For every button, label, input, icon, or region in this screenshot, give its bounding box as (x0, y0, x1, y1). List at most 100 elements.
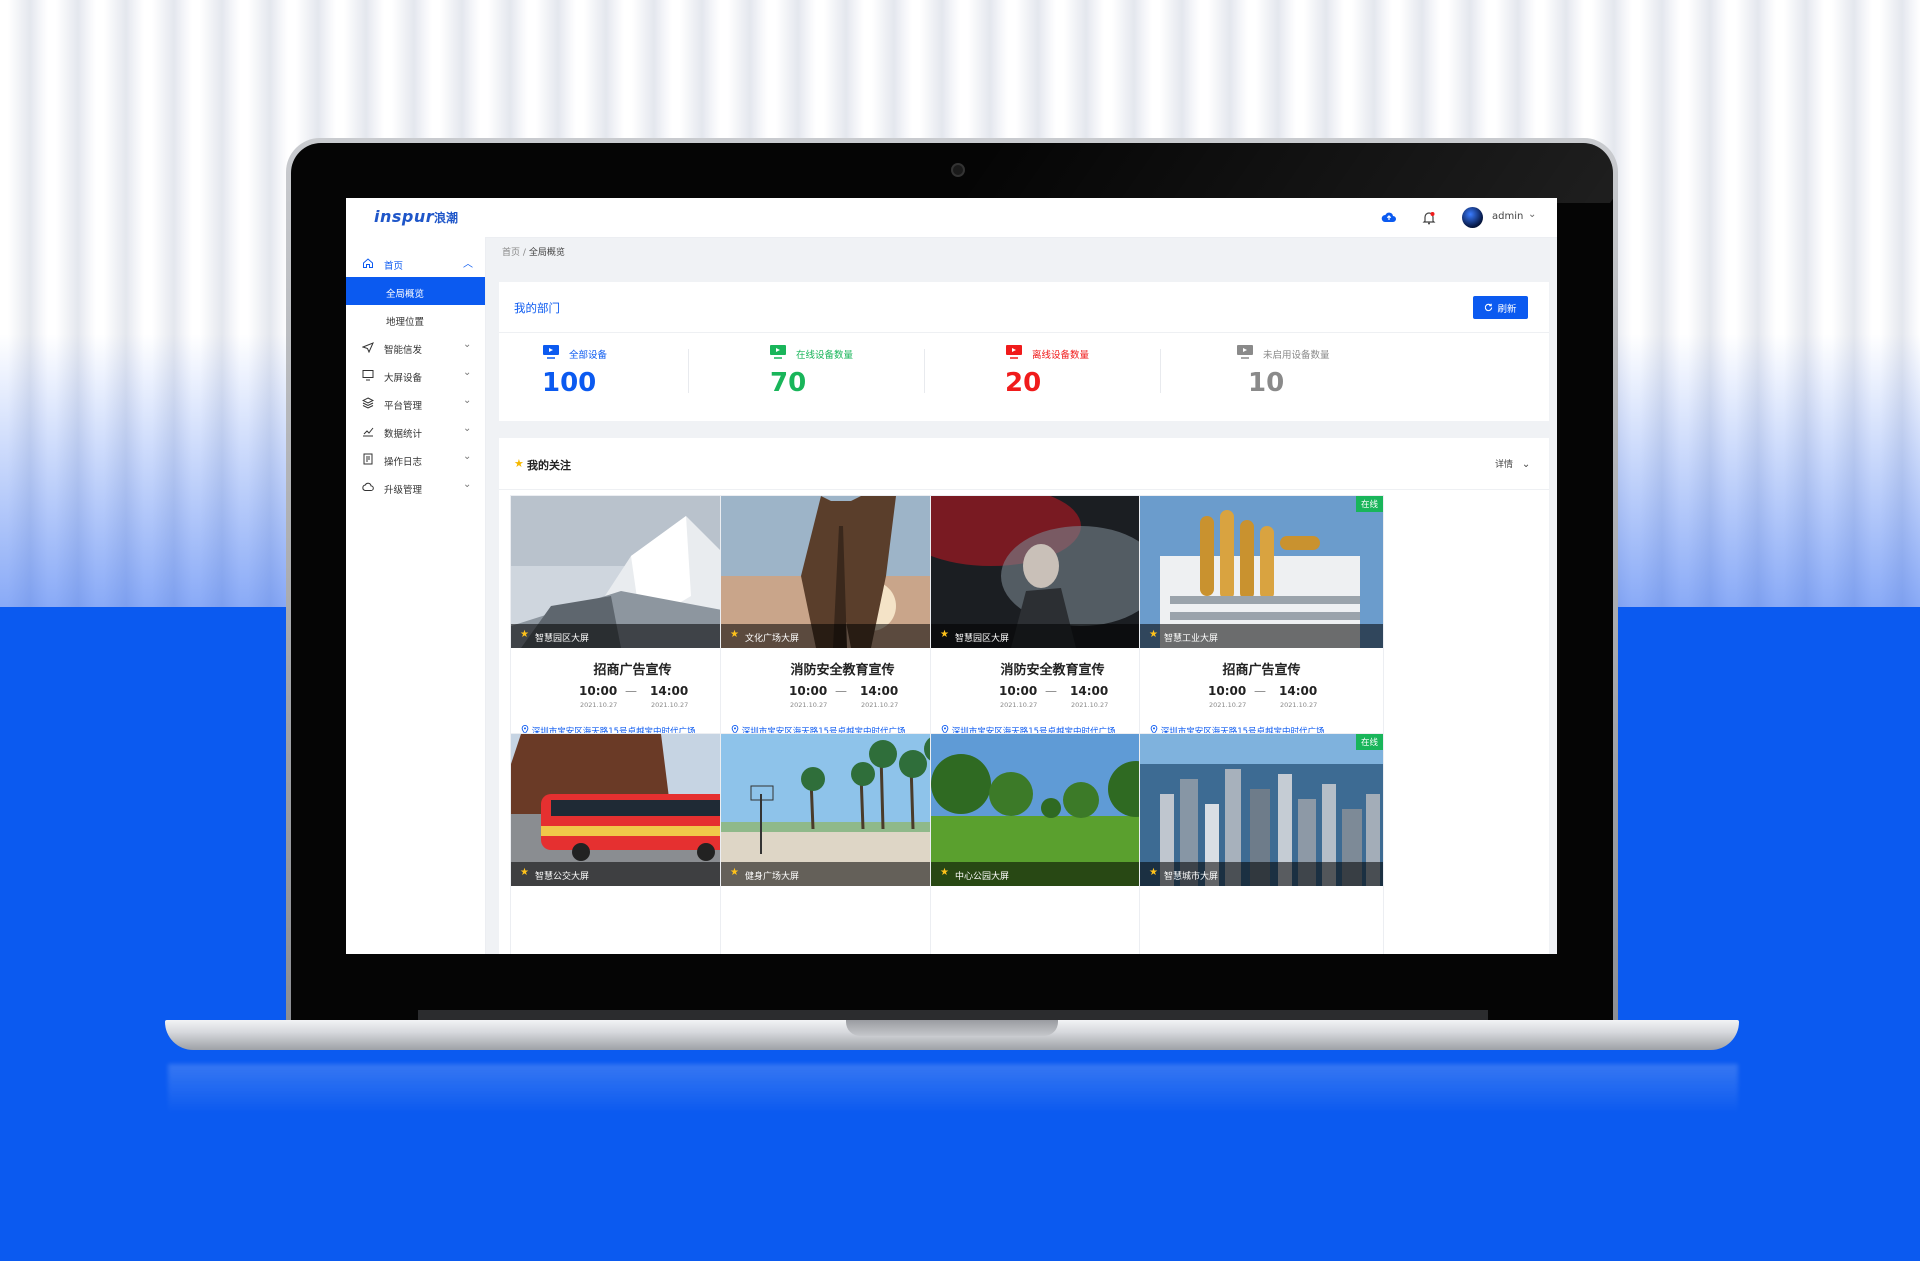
star-icon[interactable]: ★ (730, 867, 739, 878)
stat-value: 20 (1005, 368, 1042, 398)
layers-icon (362, 397, 374, 409)
status-badge: 在线 (1355, 734, 1383, 750)
time-separator: — (1045, 684, 1057, 698)
department-card: 我的部门 刷新 全部设备 100 在线设备数量 70 离线设备数量 20 未启用… (499, 282, 1549, 421)
device-tile[interactable]: 在线 ★ 智慧公交大屏 (511, 734, 754, 954)
star-icon[interactable]: ★ (730, 629, 739, 640)
stat-inactive-devices[interactable]: 未启用设备数量 10 (1237, 332, 1547, 421)
location-pin-icon (1150, 725, 1158, 735)
tile-screen-name: 智慧公交大屏 (535, 872, 590, 882)
device-tile[interactable]: 在线 ★ 健身广场大屏 (721, 734, 964, 954)
tile-caption: ★ 中心公园大屏 (931, 862, 1174, 886)
tile-start-date: 2021.10.27 (790, 701, 828, 709)
stat-value: 70 (770, 368, 807, 398)
send-icon (362, 342, 374, 353)
tile-caption: ★ 智慧公交大屏 (511, 862, 754, 886)
favorites-title: ★ 我的关注 (514, 457, 571, 473)
tile-start-time: 10:00 (789, 684, 828, 698)
chevron-down-icon: ⌄ (1521, 459, 1531, 470)
tile-thumbnail[interactable]: 在线 ★ 智慧园区大屏 (511, 496, 754, 648)
sidebar-item-label: 智能信发 (384, 345, 423, 356)
sidebar-item-publish[interactable]: 智能信发 ⌄ (346, 333, 485, 361)
sidebar-item-label: 大屏设备 (384, 373, 423, 384)
sidebar-item-label: 地理位置 (386, 317, 425, 328)
tile-end-time: 14:00 (860, 684, 899, 698)
chevron-down-icon: ⌄ (463, 367, 472, 378)
refresh-label: 刷新 (1497, 303, 1517, 315)
chevron-down-icon: ⌄ (463, 423, 472, 434)
laptop-notch (846, 1020, 1058, 1036)
tile-title: 招商广告宣传 (1222, 663, 1301, 678)
star-icon[interactable]: ★ (1149, 629, 1158, 640)
stat-label: 在线设备数量 (796, 350, 854, 361)
avatar[interactable] (1462, 207, 1483, 228)
breadcrumb-separator: / (522, 248, 526, 258)
laptop-hinge (418, 1010, 1488, 1020)
logo[interactable]: inspur (374, 207, 434, 226)
tile-screen-name: 健身广场大屏 (745, 872, 800, 882)
device-tile[interactable]: 在线 ★ 中心公园大屏 (931, 734, 1174, 954)
breadcrumb-home[interactable]: 首页 (502, 248, 520, 258)
tile-caption: ★ 智慧园区大屏 (931, 624, 1174, 648)
device-icon (770, 345, 786, 359)
tile-title: 招商广告宣传 (593, 663, 672, 678)
sidebar-item-home[interactable]: 首页 ︿ (346, 249, 485, 277)
user-name[interactable]: admin (1492, 211, 1523, 222)
tile-start-time: 10:00 (1208, 684, 1247, 698)
tile-thumbnail[interactable]: 在线 ★ 智慧公交大屏 (511, 734, 754, 886)
tile-thumbnail[interactable]: 在线 ★ 智慧工业大屏 (1140, 496, 1383, 648)
tile-caption: ★ 智慧园区大屏 (511, 624, 754, 648)
tile-caption: ★ 智慧工业大屏 (1140, 624, 1383, 648)
logo-cn: 浪潮 (434, 211, 459, 225)
stat-value: 10 (1248, 368, 1285, 398)
bell-icon[interactable] (1421, 210, 1437, 226)
detail-label: 详情 (1495, 460, 1514, 470)
tile-thumbnail[interactable]: 在线 ★ 中心公园大屏 (931, 734, 1174, 886)
time-separator: — (835, 684, 847, 698)
tile-end-time: 14:00 (1070, 684, 1109, 698)
sidebar-item-platform[interactable]: 平台管理 ⌄ (346, 389, 485, 417)
tile-thumbnail[interactable]: 在线 ★ 文化广场大屏 (721, 496, 964, 648)
sidebar-item-upgrade[interactable]: 升级管理 ⌄ (346, 473, 485, 501)
tile-thumbnail[interactable]: 在线 ★ 健身广场大屏 (721, 734, 964, 886)
tile-start-time: 10:00 (579, 684, 618, 698)
star-icon: ★ (514, 457, 524, 470)
star-icon[interactable]: ★ (940, 867, 949, 878)
device-icon (1237, 345, 1253, 359)
star-icon[interactable]: ★ (520, 867, 529, 878)
star-icon[interactable]: ★ (1149, 867, 1158, 878)
tile-screen-name: 中心公园大屏 (955, 872, 1010, 882)
breadcrumb-current: 全局概览 (528, 248, 565, 258)
favorites-title-text: 我的关注 (527, 459, 571, 472)
time-separator: — (625, 684, 637, 698)
device-icon (1006, 345, 1022, 359)
stat-label: 离线设备数量 (1032, 350, 1090, 361)
tile-caption: ★ 健身广场大屏 (721, 862, 964, 886)
tile-screen-name: 文化广场大屏 (745, 634, 800, 644)
chevron-down-icon[interactable]: ⌄ (1528, 209, 1536, 220)
location-pin-icon (941, 725, 949, 735)
sidebar-item-statistics[interactable]: 数据统计 ⌄ (346, 417, 485, 445)
sidebar-item-overview[interactable]: 全局概览 (346, 277, 485, 305)
star-icon[interactable]: ★ (940, 629, 949, 640)
sidebar: 首页 ︿ 全局概览 地理位置 智能信发 ⌄ 大屏设备 ⌄ 平台管理 ⌄ 数据统计… (346, 237, 486, 954)
cloud-upload-icon[interactable] (1381, 210, 1397, 226)
tile-thumbnail[interactable]: 在线 ★ 智慧城市大屏 (1140, 734, 1383, 886)
stat-all-devices[interactable]: 全部设备 100 (499, 332, 761, 421)
device-tile[interactable]: 在线 ★ 智慧城市大屏 (1140, 734, 1383, 954)
sidebar-item-label: 首页 (384, 261, 404, 272)
detail-dropdown[interactable]: 详情 ⌄ (1495, 457, 1530, 470)
tile-end-time: 14:00 (1279, 684, 1318, 698)
stat-online-devices[interactable]: 在线设备数量 70 (761, 332, 1023, 421)
sidebar-item-screens[interactable]: 大屏设备 ⌄ (346, 361, 485, 389)
sidebar-item-label: 操作日志 (384, 457, 423, 468)
favorites-card: ★ 我的关注 详情 ⌄ 在线 ★ 智慧园区大屏 招商广告宣传 10:00 — 1… (499, 438, 1549, 954)
star-icon[interactable]: ★ (520, 629, 529, 640)
tile-thumbnail[interactable]: 在线 ★ 智慧园区大屏 (931, 496, 1174, 648)
refresh-button[interactable]: 刷新 (1473, 296, 1528, 319)
device-icon (543, 345, 559, 359)
sidebar-item-location[interactable]: 地理位置 (346, 305, 485, 333)
chevron-down-icon: ⌄ (463, 339, 472, 350)
tile-end-time: 14:00 (650, 684, 689, 698)
sidebar-item-logs[interactable]: 操作日志 ⌄ (346, 445, 485, 473)
